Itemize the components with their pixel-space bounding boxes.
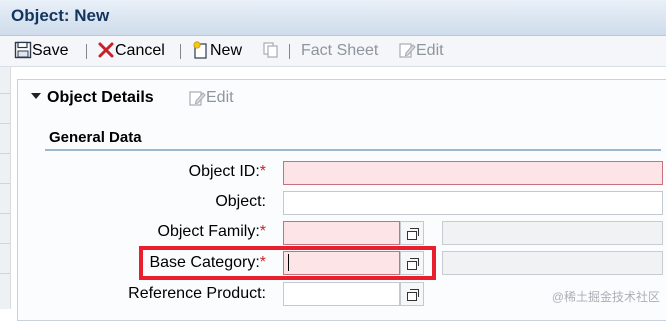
object-id-label: Object ID:* (188, 163, 266, 180)
edit-icon (188, 89, 206, 112)
reference-product-input[interactable] (283, 282, 400, 306)
panel-header[interactable]: Object Details (31, 89, 154, 107)
window-titlebar: Object: New (0, 0, 666, 36)
object-label: Object: (215, 193, 266, 210)
cancel-icon (97, 41, 115, 65)
section-divider (45, 149, 661, 151)
panel-edit-button[interactable]: Edit (188, 89, 234, 112)
save-button[interactable]: Save (14, 41, 68, 61)
new-icon (192, 41, 210, 65)
value-help-icon[interactable] (400, 221, 424, 245)
reference-product-label: Reference Product: (128, 285, 266, 302)
object-input[interactable] (283, 191, 663, 215)
object-family-input[interactable] (283, 221, 400, 245)
toolbar-separator (289, 44, 290, 59)
edit-label: Edit (416, 42, 444, 59)
copy-icon (262, 41, 280, 65)
panel-title: Object Details (47, 89, 154, 106)
window-title: Object: New (11, 6, 110, 25)
toolbar: Save Cancel New Fact Sheet Edit (0, 36, 666, 67)
save-icon (14, 41, 32, 65)
edit-button[interactable]: Edit (398, 41, 444, 61)
fact-sheet-button[interactable]: Fact Sheet (301, 41, 378, 61)
toolbar-separator (86, 44, 87, 59)
fact-sheet-label: Fact Sheet (301, 42, 379, 59)
object-family-label: Object Family:* (157, 223, 266, 240)
required-marker: * (259, 163, 266, 180)
required-marker: * (259, 223, 266, 240)
base-category-description (442, 251, 663, 275)
save-label: Save (32, 42, 69, 59)
watermark: @稀土掘金技术社区 (551, 290, 660, 304)
new-label: New (210, 42, 243, 59)
object-id-input[interactable] (283, 161, 663, 185)
collapse-triangle-icon[interactable] (31, 93, 41, 100)
cancel-label: Cancel (115, 42, 165, 59)
cancel-button[interactable]: Cancel (97, 41, 165, 61)
left-gutter (0, 67, 11, 309)
section-title: General Data (49, 129, 142, 146)
copy-button[interactable] (262, 41, 280, 61)
object-family-description (442, 221, 663, 245)
new-button[interactable]: New (192, 41, 242, 61)
highlight-box (139, 246, 436, 280)
value-help-icon[interactable] (400, 282, 424, 306)
panel-edit-label: Edit (206, 89, 234, 106)
edit-icon (398, 41, 416, 65)
toolbar-separator (180, 44, 181, 59)
